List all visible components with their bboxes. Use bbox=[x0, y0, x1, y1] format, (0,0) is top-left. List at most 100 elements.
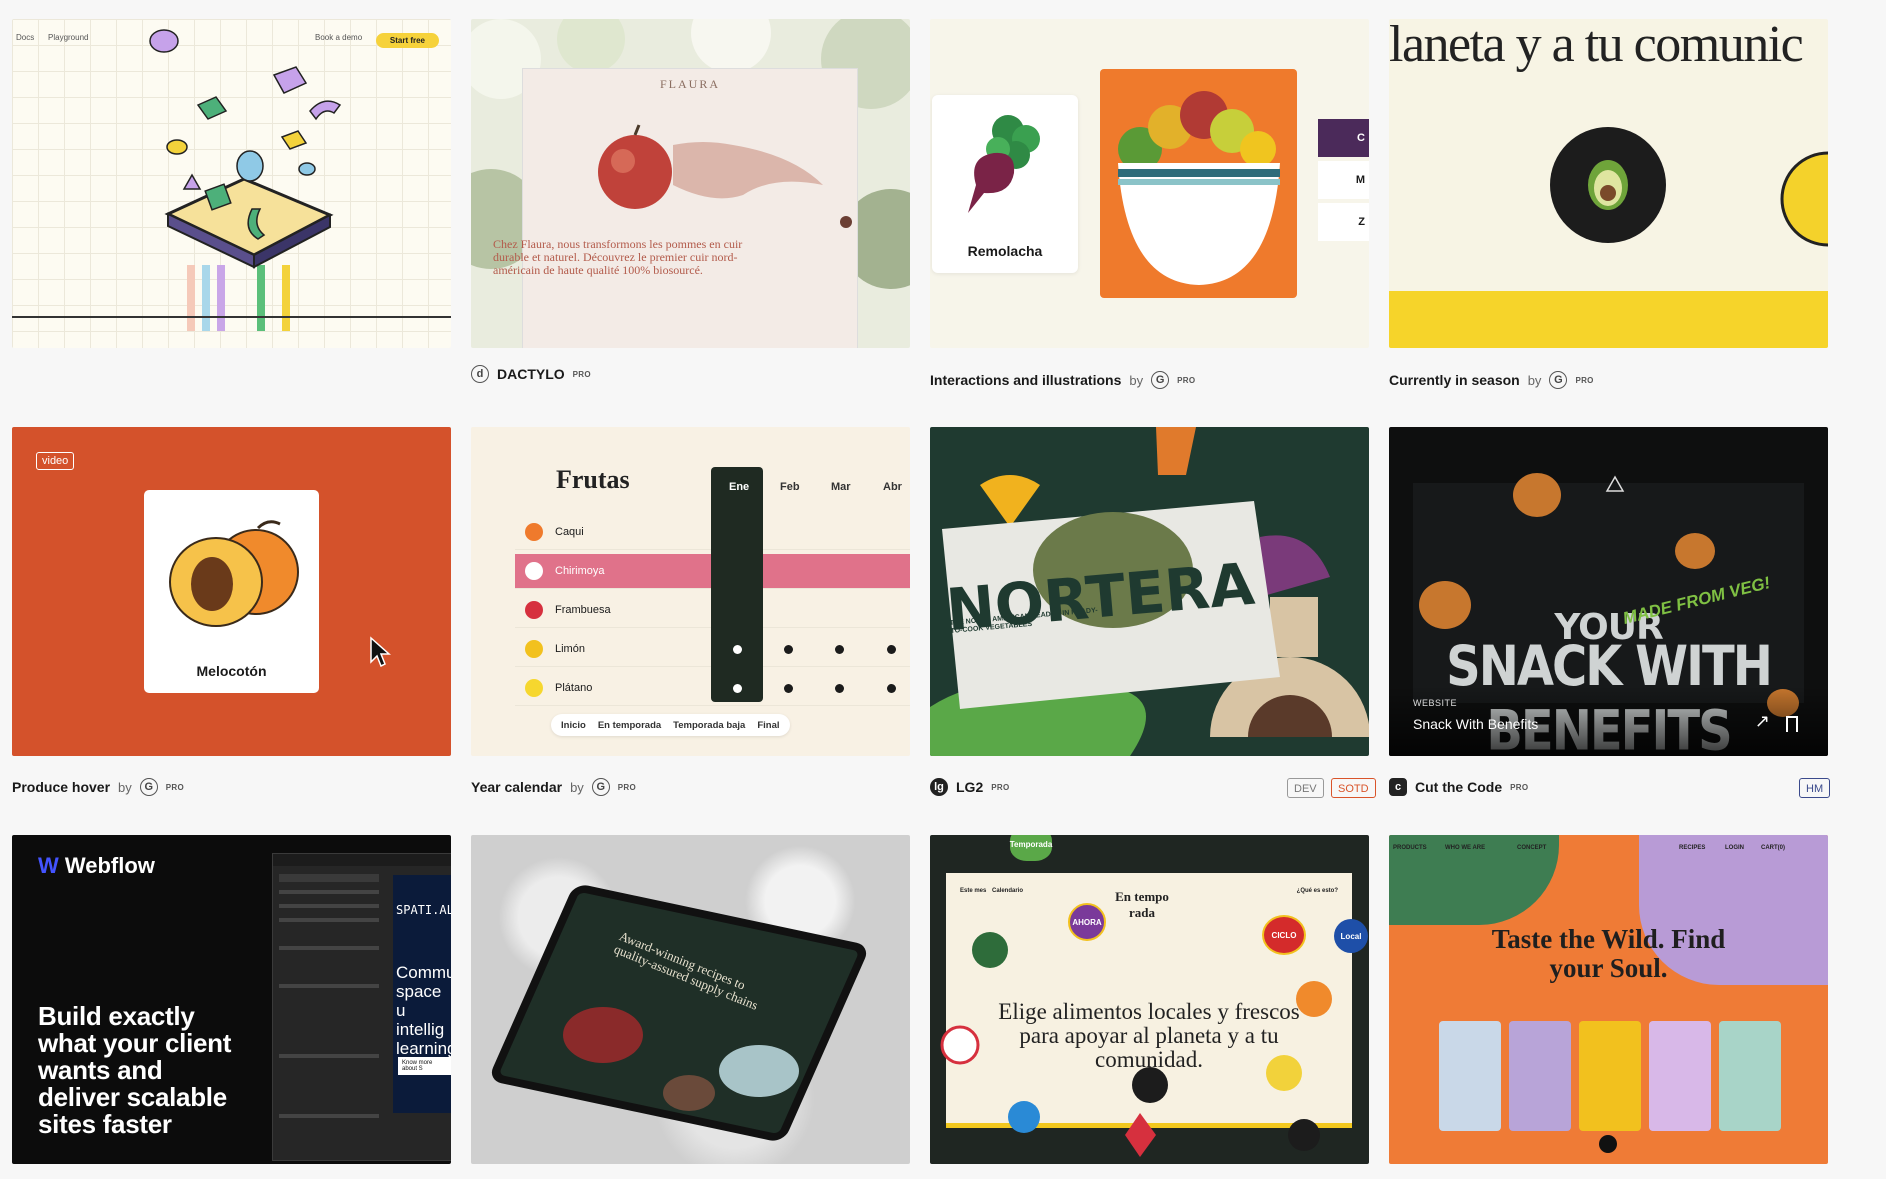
lg2-logo-icon[interactable]: lg bbox=[930, 778, 948, 796]
g-logo-icon[interactable]: G bbox=[1549, 371, 1568, 389]
preview-nav-link: RECIPES bbox=[1679, 845, 1706, 851]
produce-list: C M Z bbox=[1318, 119, 1369, 245]
produce-list-item: M bbox=[1318, 161, 1369, 199]
creator-name[interactable]: LG2 bbox=[956, 779, 983, 795]
produce-card: Melocotón bbox=[144, 490, 319, 693]
preview-headline: Build exactly what your client wants and… bbox=[38, 1001, 232, 1139]
product-jar bbox=[1649, 1021, 1711, 1131]
product-jar bbox=[1719, 1021, 1781, 1131]
in-season-badge bbox=[1550, 127, 1666, 243]
preview-nav-link: PRODUCTS bbox=[1393, 845, 1427, 851]
produce-list-item: Z bbox=[1318, 203, 1369, 241]
preview-nav-link: CONCEPT bbox=[1517, 845, 1547, 851]
month-header: Mar bbox=[831, 481, 851, 493]
g-logo-icon[interactable]: G bbox=[1151, 371, 1170, 389]
by-label: by bbox=[1129, 372, 1144, 388]
project-caption: d DACTYLO PRO bbox=[471, 362, 591, 386]
website-preview: FLAURA bbox=[523, 69, 857, 348]
project-thumbnail[interactable]: Docs Playground Book a demo Start free bbox=[12, 19, 451, 348]
project-caption: Currently in season by G PRO bbox=[1389, 368, 1594, 392]
month-header: Abr bbox=[883, 481, 902, 493]
creator-name[interactable]: Cut the Code bbox=[1415, 779, 1502, 795]
dev-badge[interactable]: DEV bbox=[1287, 778, 1324, 798]
legend-item: En temporada bbox=[597, 719, 662, 731]
produce-stickers bbox=[940, 932, 1332, 1157]
pro-badge: PRO bbox=[1575, 375, 1594, 385]
pro-badge: PRO bbox=[165, 782, 185, 792]
fruit-bowl-illustration bbox=[1118, 91, 1280, 285]
preview-nav-link: LOGIN bbox=[1725, 845, 1744, 851]
g-logo-icon[interactable]: G bbox=[139, 778, 158, 796]
by-label: by bbox=[570, 779, 584, 795]
isometric-shapes-illustration bbox=[149, 29, 342, 331]
project-caption: Interactions and illustrations by G PRO bbox=[930, 368, 1195, 392]
project-title[interactable]: Produce hover bbox=[12, 779, 110, 795]
season-dot bbox=[784, 684, 793, 693]
project-thumbnail[interactable]: YOUR SNACK WITH BENEFITS MADE FROM VEG! … bbox=[1389, 427, 1828, 756]
cut-the-code-logo-icon[interactable]: c bbox=[1389, 778, 1407, 796]
preview-baseline bbox=[12, 316, 451, 318]
scroll-down-icon[interactable] bbox=[1599, 1135, 1617, 1153]
pro-badge: PRO bbox=[1177, 375, 1196, 385]
season-dot bbox=[733, 684, 742, 693]
season-dot bbox=[733, 645, 742, 654]
by-label: by bbox=[1527, 372, 1542, 388]
project-thumbnail[interactable]: Remolacha C M Z bbox=[930, 19, 1369, 348]
external-link-icon[interactable]: ↗ bbox=[1755, 711, 1770, 732]
project-caption: lg LG2 PRO bbox=[930, 775, 1009, 799]
product-jar bbox=[1509, 1021, 1571, 1131]
project-thumbnail[interactable]: Frutas Caqui Chirimoya Frambuesa Limón P… bbox=[471, 427, 910, 756]
legend-item: Inicio bbox=[561, 719, 586, 731]
pro-badge: PRO bbox=[572, 369, 591, 379]
preview-headline: laneta y a tu comunic bbox=[1389, 19, 1804, 73]
project-thumbnail[interactable]: video Melocotón bbox=[12, 427, 451, 756]
season-dot bbox=[835, 684, 844, 693]
website-type-label: WEBSITE bbox=[1413, 698, 1458, 708]
project-title[interactable]: Currently in season bbox=[1389, 372, 1520, 388]
beet-illustration bbox=[968, 115, 1040, 213]
by-label: by bbox=[118, 779, 132, 795]
project-thumbnail[interactable]: Este mes Calendario ¿Qué es esto? Elige … bbox=[930, 835, 1369, 1164]
preview-nav-link: WHO WE ARE bbox=[1445, 845, 1486, 851]
canvas-cta: Know more about S bbox=[398, 1057, 451, 1075]
season-dot bbox=[887, 645, 896, 654]
bookmark-icon[interactable] bbox=[1786, 716, 1798, 732]
season-dot bbox=[835, 645, 844, 654]
d-logo-icon[interactable]: d bbox=[471, 365, 489, 383]
website-name[interactable]: Snack With Benefits bbox=[1413, 716, 1538, 732]
sotd-badge[interactable]: SOTD bbox=[1331, 778, 1376, 798]
project-thumbnail[interactable]: laneta y a tu comunic bbox=[1389, 19, 1828, 348]
card-label: Remolacha bbox=[967, 243, 1043, 259]
creator-name[interactable]: DACTYLO bbox=[497, 366, 565, 382]
project-caption: c Cut the Code PRO bbox=[1389, 775, 1528, 799]
produce-card: Remolacha bbox=[932, 95, 1078, 273]
calendar-title: Frutas bbox=[556, 465, 630, 494]
season-dot bbox=[784, 645, 793, 654]
hm-badge[interactable]: HM bbox=[1799, 778, 1831, 798]
preview-copy: Chez Flaura, nous transformons les pomme… bbox=[493, 237, 743, 277]
peach-icon bbox=[169, 520, 299, 627]
webflow-logo: W Webflow bbox=[38, 853, 155, 878]
project-title[interactable]: Year calendar bbox=[471, 779, 562, 795]
project-title[interactable]: Interactions and illustrations bbox=[930, 372, 1121, 388]
canvas-site-name: SPATI.AL bbox=[396, 903, 451, 917]
preview-nav-link: CART(0) bbox=[1761, 845, 1785, 851]
g-logo-icon[interactable]: G bbox=[591, 778, 610, 796]
project-caption: Produce hover by G PRO bbox=[12, 775, 184, 799]
preview-headline: Taste the Wild. Find your Soul. bbox=[1491, 924, 1726, 983]
project-thumbnail[interactable]: W Webflow Build exactly what your client… bbox=[12, 835, 451, 1164]
food-photos bbox=[563, 1007, 799, 1111]
project-thumbnail[interactable]: THE NORTH AMERICAN LEADER IN READY-TO-CO… bbox=[930, 427, 1369, 756]
month-header: Ene bbox=[729, 481, 750, 493]
project-thumbnail[interactable]: FLAURA Chez Flaura, nous transformons le… bbox=[471, 19, 910, 348]
pro-badge: PRO bbox=[617, 782, 637, 792]
project-caption: Year calendar by G PRO bbox=[471, 775, 636, 799]
video-tag: video bbox=[36, 452, 75, 470]
project-thumbnail[interactable]: PRODUCTS WHO WE ARE CONCEPT RECIPES LOGI… bbox=[1389, 835, 1828, 1164]
fruit-bowl-panel bbox=[1100, 69, 1297, 298]
project-thumbnail[interactable]: Award-winning recipes to quality-assured… bbox=[471, 835, 910, 1164]
product-jar bbox=[1579, 1021, 1641, 1131]
mouse-cursor-icon bbox=[370, 636, 391, 668]
season-dot bbox=[887, 684, 896, 693]
pro-badge: PRO bbox=[1510, 782, 1529, 792]
